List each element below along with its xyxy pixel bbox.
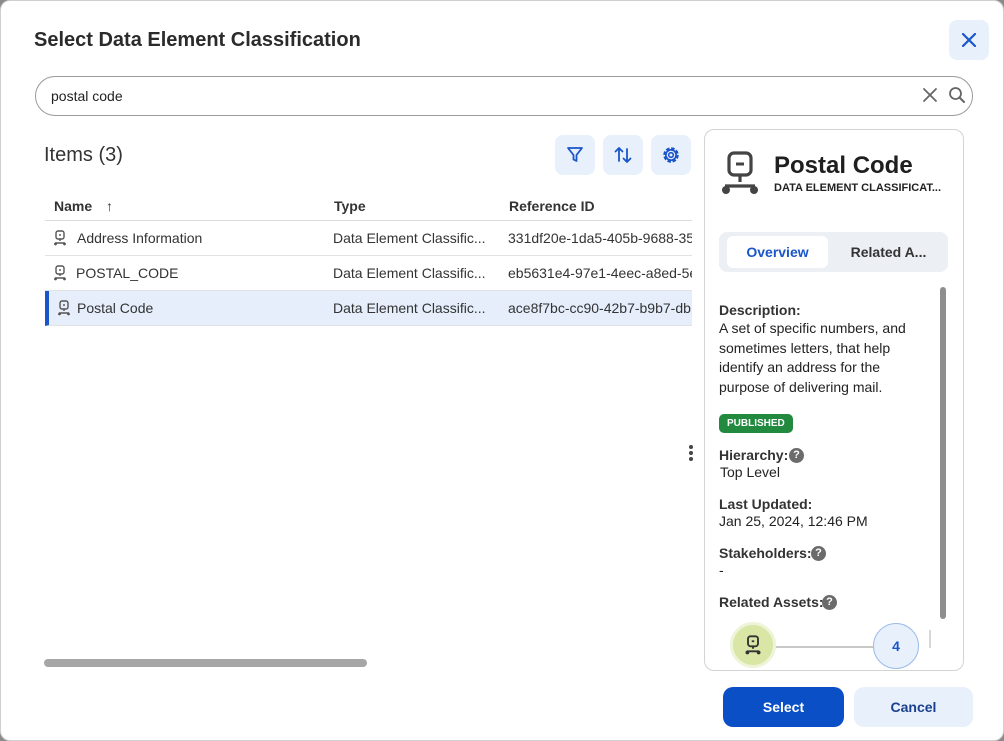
dialog: Select Data Element Classification Items… [0,0,1004,741]
stakeholders-label: Stakeholders: [719,545,812,561]
classification-icon [54,265,66,281]
row-reference-id: 331df20e-1da5-405b-9688-35 [508,230,692,246]
hierarchy-label: Hierarchy: [719,447,789,463]
classification-icon [745,635,761,655]
filter-icon [567,147,583,162]
relation-connector [775,646,877,648]
tab-overview[interactable]: Overview [727,236,828,268]
row-type: Data Element Classific... [333,265,486,281]
related-assets-count[interactable]: 4 [873,623,919,669]
table-row[interactable]: Address Information Data Element Classif… [45,221,692,256]
help-icon[interactable]: ? [811,546,826,561]
table-header: Name ↑ Type Reference ID [45,189,692,221]
node-stub [929,630,931,648]
detail-title: Postal Code [774,152,913,179]
close-icon [962,33,976,47]
row-name: POSTAL_CODE [76,265,179,281]
table-row-selected[interactable]: Postal Code Data Element Classific... ac… [45,291,692,326]
column-header-name[interactable]: Name [54,198,92,214]
clear-search-icon[interactable] [922,87,938,108]
horizontal-scrollbar[interactable] [44,659,367,667]
close-button[interactable] [949,20,989,60]
detail-subtitle: DATA ELEMENT CLASSIFICAT... [774,182,942,194]
help-icon[interactable]: ? [822,595,837,610]
filter-button[interactable] [555,135,595,175]
select-button[interactable]: Select [723,687,844,727]
related-asset-node[interactable] [730,622,776,668]
tab-related-assets[interactable]: Related A... [836,236,941,268]
sort-ascending-icon[interactable]: ↑ [106,198,113,214]
classification-icon [58,300,70,316]
row-type: Data Element Classific... [333,300,486,316]
description-text: A set of specific numbers, and sometimes… [719,320,906,395]
row-name: Address Information [77,230,203,246]
table-row[interactable]: POSTAL_CODE Data Element Classific... eb… [45,256,692,291]
help-icon[interactable]: ? [789,448,804,463]
gear-icon [663,147,679,163]
description-label: Description: [719,302,801,318]
search-icon[interactable] [948,86,966,109]
classification-icon [722,151,758,194]
detail-panel: Postal Code DATA ELEMENT CLASSIFICAT... … [704,129,964,671]
cancel-button[interactable]: Cancel [854,687,973,727]
last-updated-label: Last Updated: [719,496,813,512]
row-reference-id: eb5631e4-97e1-4eec-a8ed-5e [508,265,692,281]
stakeholders-value: - [719,562,724,578]
results-table: Name ↑ Type Reference ID Address Informa… [45,189,692,326]
column-header-reference-id[interactable]: Reference ID [509,198,595,214]
sort-button[interactable] [603,135,643,175]
more-options-icon[interactable] [687,444,695,467]
search-input[interactable] [51,86,911,106]
dialog-title: Select Data Element Classification [34,29,361,51]
detail-tabs: Overview Related A... [719,232,948,272]
row-name: Postal Code [77,300,154,316]
row-reference-id: ace8f7bc-cc90-42b7-b9b7-db [508,300,691,316]
row-type: Data Element Classific... [333,230,486,246]
search-field[interactable] [35,76,973,116]
items-title: Items (3) [44,144,123,166]
classification-icon [54,230,66,246]
vertical-scrollbar[interactable] [940,287,946,619]
column-header-type[interactable]: Type [334,198,366,214]
related-assets-label: Related Assets: [719,594,824,610]
last-updated-value: Jan 25, 2024, 12:46 PM [719,513,868,529]
hierarchy-value: Top Level [720,464,780,480]
sort-icon [614,147,632,163]
status-badge: PUBLISHED [719,414,793,433]
settings-button[interactable] [651,135,691,175]
